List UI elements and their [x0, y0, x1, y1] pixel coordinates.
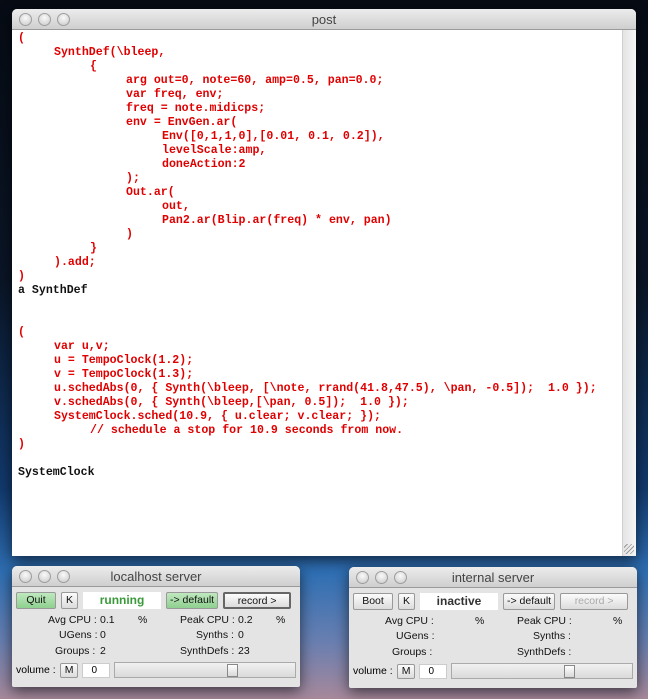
synths-label: Synths : — [196, 629, 234, 641]
peak-cpu-value: 0.2 — [238, 614, 253, 626]
peak-cpu-label: Peak CPU : — [180, 614, 235, 626]
synths-value: 0 — [238, 629, 244, 641]
code-line: u.schedAbs(0, { Synth(\bleep, [\note, rr… — [54, 382, 597, 395]
code-line: arg out=0, note=60, amp=0.5, pan=0.0; — [126, 74, 384, 87]
ugens-label: UGens : — [59, 629, 98, 641]
code-line: SynthDef(\bleep, — [54, 46, 166, 59]
minimize-button[interactable] — [375, 571, 388, 584]
zoom-button[interactable] — [57, 13, 70, 26]
volume-slider[interactable] — [114, 662, 296, 678]
avg-cpu-label: Avg CPU : — [385, 615, 434, 627]
code-line: out, — [162, 200, 190, 213]
code-line: doneAction:2 — [162, 158, 246, 171]
server-titlebar[interactable]: internal server — [349, 567, 637, 588]
default-button[interactable]: -> default — [166, 592, 219, 609]
avg-cpu-percent: % — [138, 614, 148, 626]
kill-button[interactable]: K — [398, 593, 416, 610]
status-display: running — [83, 592, 162, 609]
code-line: ) — [18, 438, 25, 451]
ugens-label: UGens : — [396, 630, 435, 642]
resize-grip-icon[interactable] — [624, 544, 634, 554]
volume-number-box[interactable]: 0 — [419, 663, 448, 679]
code-line: u = TempoClock(1.2); — [54, 354, 194, 367]
avg-cpu-percent: % — [475, 615, 485, 627]
groups-label: Groups : — [392, 646, 433, 658]
synthdefs-label: SynthDefs : — [180, 645, 235, 657]
code-line: a SynthDef — [18, 284, 88, 297]
code-line: env = EnvGen.ar( — [126, 116, 238, 129]
record-button[interactable]: record > — [560, 593, 629, 610]
groups-label: Groups : — [55, 645, 96, 657]
ugens-value: 0 — [100, 629, 106, 641]
code-line: Pan2.ar(Blip.ar(freq) * env, pan) — [162, 214, 392, 227]
default-button[interactable]: -> default — [503, 593, 556, 610]
synthdefs-label: SynthDefs : — [517, 646, 572, 658]
volume-label: volume : — [16, 664, 56, 676]
code-line: var u,v; — [54, 340, 110, 353]
volume-number-box[interactable]: 0 — [82, 662, 111, 678]
avg-cpu-value: 0.1 — [100, 614, 115, 626]
synths-label: Synths : — [533, 630, 571, 642]
code-line: // schedule a stop for 10.9 seconds from… — [90, 424, 404, 437]
code-line: ).add; — [54, 256, 96, 269]
peak-cpu-label: Peak CPU : — [517, 615, 572, 627]
volume-label: volume : — [353, 665, 393, 677]
zoom-button[interactable] — [394, 571, 407, 584]
zoom-button[interactable] — [57, 570, 70, 583]
code-line: SystemClock.sched(10.9, { u.clear; v.cle… — [54, 410, 381, 423]
close-button[interactable] — [19, 570, 32, 583]
code-line: ( — [18, 326, 25, 339]
minimize-button[interactable] — [38, 13, 51, 26]
vertical-scrollbar[interactable] — [622, 30, 636, 556]
window-title: post — [311, 12, 337, 27]
code-line: { — [90, 60, 97, 73]
localhost-server-window: localhost server Quit K running -> defau… — [12, 566, 300, 687]
code-line: SystemClock — [18, 466, 95, 479]
code-line: } — [90, 242, 97, 255]
post-text-area[interactable]: ( SynthDef(\bleep,{ arg out=0, note=60, am… — [12, 30, 622, 556]
code-line: Out.ar( — [126, 186, 175, 199]
code-line: freq = note.midicps; — [126, 102, 266, 115]
internal-server-window: internal server Boot K inactive -> defau… — [349, 567, 637, 688]
avg-cpu-label: Avg CPU : — [48, 614, 97, 626]
close-button[interactable] — [356, 571, 369, 584]
volume-slider[interactable] — [451, 663, 633, 679]
status-display: inactive — [420, 593, 499, 610]
code-line: ( — [18, 32, 25, 45]
mute-button[interactable]: M — [59, 662, 79, 678]
code-line: ) — [126, 228, 133, 241]
code-line: v.schedAbs(0, { Synth(\bleep,[\pan, 0.5]… — [54, 396, 409, 409]
minimize-button[interactable] — [38, 570, 51, 583]
boot-button[interactable]: Boot — [353, 593, 393, 610]
server-titlebar[interactable]: localhost server — [12, 566, 300, 587]
groups-value: 2 — [100, 645, 106, 657]
synthdefs-value: 23 — [238, 645, 250, 657]
peak-cpu-percent: % — [613, 615, 623, 627]
code-line: ) — [18, 270, 25, 283]
record-button[interactable]: record > — [223, 592, 292, 609]
window-title: internal server — [451, 570, 535, 585]
code-line: levelScale:amp, — [162, 144, 267, 157]
code-line: Env([0,1,1,0],[0.01, 0.1, 0.2]), — [162, 130, 385, 143]
peak-cpu-percent: % — [276, 614, 286, 626]
close-button[interactable] — [19, 13, 32, 26]
volume-slider-knob[interactable] — [227, 664, 239, 677]
code-line: ); — [126, 172, 140, 185]
post-titlebar[interactable]: post — [12, 9, 636, 30]
code-line: v = TempoClock(1.3); — [54, 368, 194, 381]
kill-button[interactable]: K — [61, 592, 79, 609]
volume-slider-knob[interactable] — [564, 665, 576, 678]
mute-button[interactable]: M — [396, 663, 416, 679]
boot-button[interactable]: Quit — [16, 592, 56, 609]
post-window: post ( SynthDef(\bleep,{ arg out=0, note=6… — [12, 9, 636, 556]
code-line: var freq, env; — [126, 88, 224, 101]
window-title: localhost server — [110, 569, 202, 584]
